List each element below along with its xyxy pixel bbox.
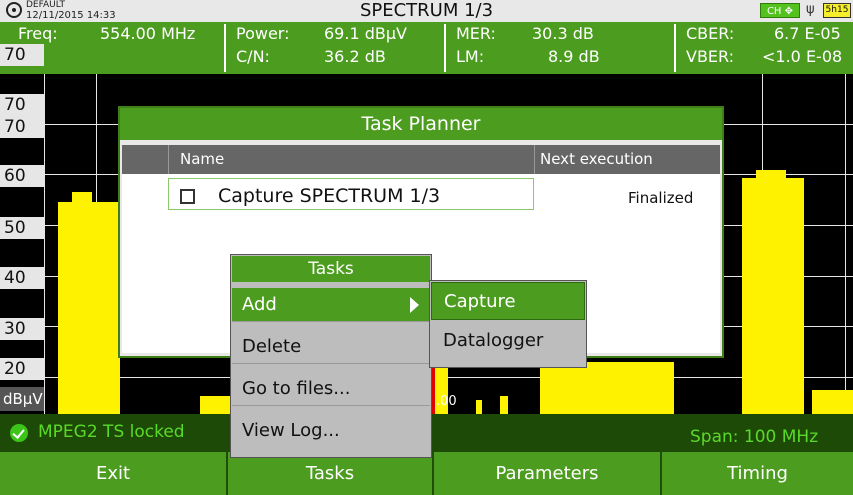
spectrum-trace (58, 202, 120, 414)
marker-label: .00 (436, 394, 457, 409)
parameters-button[interactable]: Parameters (434, 452, 662, 495)
cber-value: 6.7 E-05 (774, 24, 841, 43)
cber-label: CBER: (686, 24, 735, 43)
power-label: Power: (236, 24, 290, 43)
spectrum-trace (72, 192, 92, 202)
column-divider (534, 145, 535, 174)
spectrum-trace (476, 400, 482, 414)
spectrum-trace (812, 390, 853, 414)
dialog-title: Task Planner (120, 108, 722, 140)
channel-badge-label: CH (766, 6, 782, 17)
page-title: SPECTRUM 1/3 (359, 0, 494, 21)
battery-indicator: 5h15 (823, 3, 851, 18)
y-tick-label: 70 (0, 44, 44, 66)
spectrum-trace (756, 170, 786, 180)
grid-line (44, 74, 45, 414)
menu-item-view-log[interactable]: View Log... (232, 414, 430, 448)
channel-badge: CH ✥ (760, 3, 800, 18)
spectrum-trace (540, 362, 674, 414)
tasks-button[interactable]: Tasks (228, 452, 434, 495)
vber-value: <1.0 E-08 (762, 47, 843, 66)
spectrum-trace (742, 178, 804, 414)
submenu-item-capture[interactable]: Capture (431, 282, 585, 320)
timing-button[interactable]: Timing (662, 452, 853, 495)
task-checkbox[interactable] (180, 189, 195, 204)
cn-label: C/N: (236, 47, 270, 66)
task-name: Capture SPECTRUM 1/3 (218, 185, 441, 207)
power-value: 69.1 dBµV (324, 24, 407, 43)
marker-line (432, 360, 435, 414)
lm-value: 8.9 dB (548, 47, 600, 66)
menu-item-delete[interactable]: Delete (232, 330, 430, 364)
y-tick-label: 50 (0, 217, 44, 239)
y-tick-label: 30 (0, 318, 44, 340)
y-tick-label: 70 (0, 116, 44, 138)
submenu-item-datalogger[interactable]: Datalogger (431, 322, 585, 360)
mer-value: 30.3 dB (532, 24, 594, 43)
y-tick-label: 20 (0, 358, 44, 380)
lm-label: LM: (456, 47, 485, 66)
chevron-right-icon (410, 297, 419, 313)
menu-title: Tasks (232, 256, 430, 282)
spectrum-trace (200, 396, 230, 414)
span-status: Span: 100 MHz (690, 427, 819, 447)
task-next-execution: Finalized (628, 189, 694, 207)
divider (444, 24, 446, 72)
y-tick-label: 40 (0, 267, 44, 289)
menu-item-add[interactable]: Add (232, 288, 430, 322)
column-header-next-execution: Next execution (540, 150, 653, 168)
lock-status: MPEG2 TS locked (38, 422, 185, 442)
exit-button[interactable]: Exit (0, 452, 228, 495)
spectrum-trace (500, 396, 508, 414)
column-header-name: Name (180, 150, 225, 168)
vber-label: VBER: (686, 47, 735, 66)
menu-item-go-to-files[interactable]: Go to files... (232, 372, 430, 406)
freq-label: Freq: (18, 24, 58, 43)
antenna-icon: ψ (806, 2, 815, 17)
y-tick-label: 60 (0, 165, 44, 187)
y-tick-label: 70 (0, 94, 44, 116)
grid-line (845, 74, 846, 414)
column-divider (168, 145, 169, 174)
measurement-panel: Freq: 554.00 MHz Power: 69.1 dBµV C/N: 3… (0, 22, 853, 74)
check-icon (10, 424, 28, 442)
freq-value: 554.00 MHz (100, 24, 196, 43)
unit-label: dBµV (0, 387, 44, 411)
divider (674, 24, 676, 72)
mer-label: MER: (456, 24, 496, 43)
divider (224, 24, 226, 72)
cn-value: 36.2 dB (324, 47, 386, 66)
